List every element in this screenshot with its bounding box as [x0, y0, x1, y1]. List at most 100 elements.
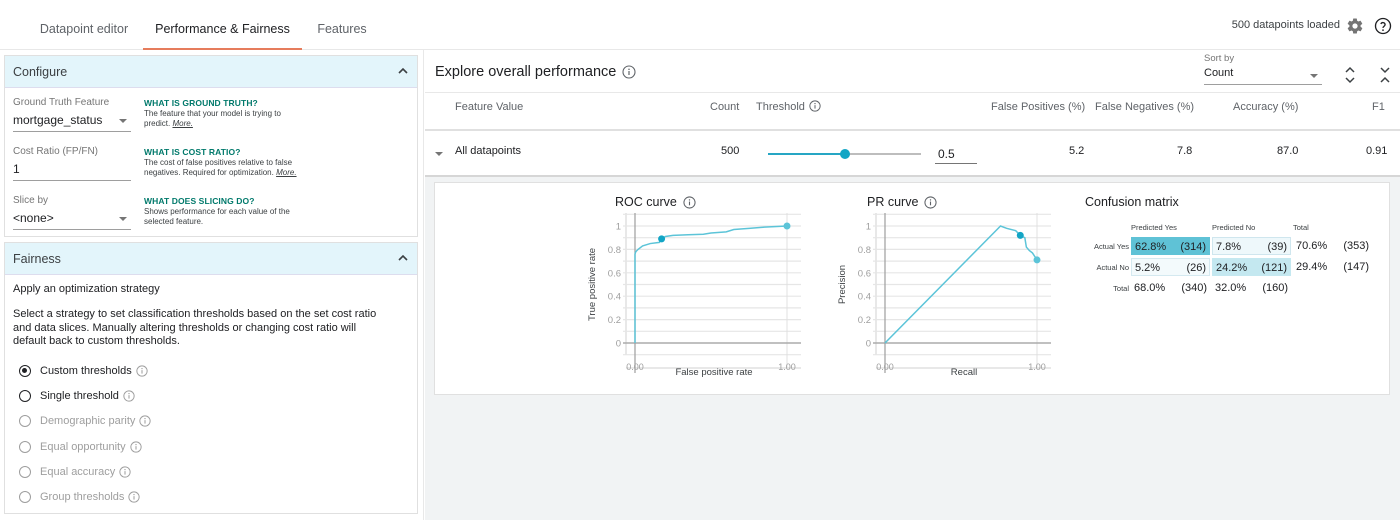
optimization-strategy-heading: Apply an optimization strategy	[13, 283, 160, 295]
left-panel: Configure Ground Truth Feature mortgage_…	[0, 50, 424, 520]
expand-all-icon[interactable]	[1343, 66, 1357, 84]
slice-by-help-title: WHAT DOES SLICING DO?	[144, 196, 255, 206]
gear-icon[interactable]	[1346, 17, 1364, 35]
performance-detail-card: ROC curve 0 0.2 0.4 0.6 0.8 1 0.00 1.00 False po…	[434, 182, 1390, 395]
col-threshold[interactable]: Threshold	[756, 100, 821, 113]
tab-datapoint-editor[interactable]: Datapoint editor	[30, 0, 138, 50]
sort-by-label: Sort by	[1204, 53, 1235, 64]
strategy-option[interactable]: Single threshold	[19, 387, 135, 405]
slice-by-help: WHAT DOES SLICING DO? Shows performance …	[144, 196, 304, 227]
confusion-cell-count: (121)	[1261, 262, 1287, 274]
sort-by-value: Count	[1204, 67, 1234, 79]
roc-y-tick-label: 0.2	[608, 315, 621, 326]
help-circle-icon[interactable]	[1374, 17, 1392, 35]
info-icon[interactable]	[130, 440, 142, 453]
roc-x-tick-label: 1.00	[778, 362, 796, 372]
collapse-all-icon[interactable]	[1378, 66, 1392, 84]
col-f1[interactable]: F1	[1372, 101, 1385, 113]
confusion-cell-percent: 5.2%	[1135, 262, 1161, 274]
info-icon[interactable]	[128, 491, 141, 503]
info-icon[interactable]	[683, 196, 696, 209]
col-false-negatives[interactable]: False Negatives (%)	[1095, 101, 1194, 113]
confusion-cell-count: (26)	[1186, 262, 1206, 274]
tab-performance-fairness[interactable]: Performance & Fairness	[143, 0, 302, 50]
info-icon[interactable]	[119, 466, 131, 478]
ground-truth-more-link[interactable]: More.	[172, 119, 192, 128]
row-expand-caret-icon[interactable]	[435, 152, 443, 156]
strategy-option[interactable]: Equal opportunity	[19, 438, 142, 456]
confusion-cell: 68.0% (340)	[1131, 279, 1210, 297]
confusion-cell-count: (39)	[1267, 241, 1287, 253]
ground-truth-help: WHAT IS GROUND TRUTH? The feature that y…	[144, 98, 304, 129]
pr-x-tick-label: 0.00	[876, 362, 894, 372]
confusion-cell-percent: 70.6%	[1296, 240, 1328, 252]
slice-by-label: Slice by	[13, 195, 49, 206]
slice-by-select[interactable]: <none>	[13, 211, 131, 230]
tab-features[interactable]: Features	[305, 0, 379, 50]
info-icon[interactable]	[136, 365, 148, 377]
roc-y-tick-label: 0.4	[608, 292, 621, 303]
fairness-header[interactable]: Fairness	[5, 243, 417, 275]
info-icon[interactable]	[809, 100, 821, 112]
strategy-label: Equal opportunity	[40, 440, 126, 453]
strategy-label: Equal accuracy	[40, 465, 116, 478]
strategy-option[interactable]: Equal accuracy	[19, 463, 131, 481]
radio-button[interactable]	[19, 415, 31, 428]
col-accuracy[interactable]: Accuracy (%)	[1233, 101, 1298, 113]
col-threshold-label: Threshold	[756, 101, 805, 113]
confusion-col-header: Predicted No	[1212, 223, 1256, 232]
info-icon[interactable]	[123, 390, 135, 402]
confusion-cell: 24.2% (121)	[1212, 258, 1291, 276]
pr-x-axis-label: Recall	[951, 367, 977, 378]
ground-truth-field: Ground Truth Feature mortgage_status	[13, 97, 131, 132]
row-false-positives: 5.2	[1069, 145, 1085, 157]
info-icon[interactable]	[139, 415, 151, 428]
row-accuracy: 87.0	[1277, 145, 1299, 157]
radio-button[interactable]	[19, 365, 31, 377]
dropdown-caret-icon	[119, 119, 127, 123]
threshold-slider-knob[interactable]	[839, 149, 850, 159]
slice-by-field: Slice by <none>	[13, 195, 131, 230]
threshold-input[interactable]: 0.5	[935, 145, 977, 164]
col-count[interactable]: Count	[710, 101, 739, 113]
info-icon[interactable]	[622, 65, 636, 79]
radio-button[interactable]	[19, 390, 31, 403]
configure-card: Configure Ground Truth Feature mortgage_…	[4, 55, 418, 237]
roc-x-axis-label: False positive rate	[675, 367, 752, 378]
ground-truth-label: Ground Truth Feature	[13, 97, 110, 108]
radio-button[interactable]	[19, 465, 31, 478]
chevron-up-icon[interactable]	[397, 66, 409, 76]
fairness-title: Fairness	[13, 252, 61, 266]
threshold-slider-fill	[768, 153, 845, 155]
strategy-option[interactable]: Custom thresholds	[19, 362, 148, 380]
cost-ratio-input[interactable]: 1	[13, 162, 131, 181]
performance-panel: Explore overall performance Sort by Coun…	[425, 50, 1400, 520]
strategy-option[interactable]: Demographic parity	[19, 412, 151, 430]
cost-ratio-field: Cost Ratio (FP/FN) 1	[13, 146, 131, 181]
col-false-positives[interactable]: False Positives (%)	[991, 101, 1085, 113]
threshold-slider[interactable]	[768, 149, 921, 159]
confusion-row-header: Actual Yes	[1093, 242, 1129, 251]
table-row[interactable]: All datapoints 500 0.5 5.2 7.8 87.0 0.91	[425, 131, 1400, 177]
performance-title: Explore overall performance	[435, 64, 617, 80]
confusion-cell-count: (314)	[1180, 241, 1206, 253]
radio-button[interactable]	[19, 440, 31, 453]
radio-button[interactable]	[19, 491, 31, 503]
sort-by-select[interactable]: Count	[1204, 67, 1322, 85]
roc-y-tick-label: 0.8	[608, 245, 621, 256]
configure-header[interactable]: Configure	[5, 56, 417, 88]
dropdown-caret-icon	[1310, 74, 1318, 78]
confusion-col-header: Predicted Yes	[1131, 223, 1177, 232]
confusion-cell-count: (160)	[1262, 282, 1288, 294]
ground-truth-select[interactable]: mortgage_status	[13, 113, 131, 132]
ground-truth-help-title: WHAT IS GROUND TRUTH?	[144, 98, 258, 108]
col-feature-value[interactable]: Feature Value	[455, 101, 523, 113]
info-icon[interactable]	[924, 196, 937, 209]
strategy-option[interactable]: Group thresholds	[19, 488, 141, 506]
cost-ratio-label: Cost Ratio (FP/FN)	[13, 146, 99, 157]
cost-ratio-more-link[interactable]: More.	[276, 168, 296, 177]
row-false-negatives: 7.8	[1177, 145, 1193, 157]
chevron-up-icon[interactable]	[397, 253, 409, 263]
pr-chart: 0 0.2 0.4 0.6 0.8 1 0.00 1.00 Recall Precision	[837, 213, 1051, 378]
performance-table-header: Feature Value Count Threshold False Posi…	[425, 93, 1400, 131]
